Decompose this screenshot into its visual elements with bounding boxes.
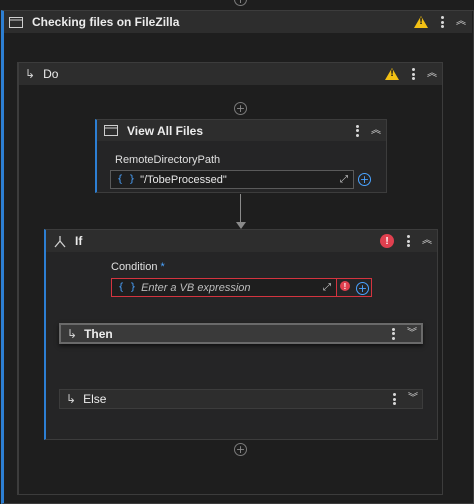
collapse-chevron-icon[interactable]: ︽	[422, 236, 432, 246]
if-header[interactable]: If ! ︽	[46, 230, 437, 252]
condition-label: Condition *	[111, 261, 165, 273]
kebab-menu-icon[interactable]	[387, 327, 399, 341]
add-activity-icon-top[interactable]: +	[234, 0, 247, 6]
expand-chevron-icon[interactable]: ︾	[407, 328, 417, 339]
else-label: Else	[83, 392, 107, 406]
sequence-arrow-icon: ↳	[67, 326, 78, 341]
then-label: Then	[84, 326, 113, 341]
if-title: If	[75, 234, 83, 248]
window-icon	[104, 125, 118, 136]
connector-arrowhead	[236, 222, 246, 229]
condition-placeholder[interactable]: Enter a VB expression	[141, 282, 250, 294]
kebab-menu-icon[interactable]	[351, 124, 363, 138]
then-branch[interactable]: ↳ Then ︾	[59, 323, 423, 344]
required-marker: *	[160, 261, 165, 273]
curly-braces-icon: { }	[117, 174, 136, 185]
expand-editor-icon[interactable]: ⤢	[323, 282, 331, 293]
curly-braces-icon: { }	[118, 282, 137, 293]
add-activity-icon[interactable]: +	[234, 443, 247, 456]
remote-directory-path-label: RemoteDirectoryPath	[115, 154, 221, 166]
error-icon[interactable]: !	[340, 281, 350, 291]
kebab-menu-icon[interactable]	[407, 67, 419, 81]
collapse-chevron-icon[interactable]: ︽	[371, 125, 381, 136]
connector-line	[240, 194, 241, 224]
add-activity-icon[interactable]: +	[234, 102, 247, 115]
else-branch[interactable]: ↳ Else ︾	[59, 389, 423, 409]
do-block-header[interactable]: ↳ Do ︽	[19, 63, 442, 85]
kebab-menu-icon[interactable]	[436, 15, 448, 29]
remote-directory-path-field[interactable]: { } "/TobeProcessed" ⤢	[110, 170, 354, 189]
condition-field[interactable]: { } Enter a VB expression ⤢	[111, 278, 337, 297]
view-all-files-title: View All Files	[127, 123, 204, 138]
if-branch-icon	[53, 235, 67, 248]
warning-icon[interactable]	[385, 68, 399, 80]
sequence-arrow-icon: ↳	[25, 67, 36, 81]
view-all-files-header[interactable]: View All Files ︽	[97, 120, 386, 141]
remote-directory-path-value[interactable]: "/TobeProcessed"	[140, 174, 227, 186]
add-argument-icon[interactable]: +	[358, 173, 371, 186]
expand-editor-icon[interactable]: ⤢	[340, 174, 348, 185]
window-icon	[9, 16, 23, 28]
outer-sequence-header[interactable]: Checking files on FileZilla ︽	[4, 11, 472, 33]
condition-label-text: Condition	[111, 261, 158, 273]
expand-chevron-icon[interactable]: ︾	[408, 394, 418, 404]
error-icon[interactable]: !	[380, 234, 394, 248]
warning-icon[interactable]	[414, 16, 428, 28]
kebab-menu-icon[interactable]	[388, 392, 400, 406]
do-block-title: Do	[43, 67, 59, 81]
outer-sequence-title: Checking files on FileZilla	[32, 15, 180, 29]
collapse-chevron-icon[interactable]: ︽	[456, 17, 466, 27]
sequence-arrow-icon: ↳	[66, 392, 77, 406]
add-argument-icon[interactable]: +	[356, 282, 369, 295]
collapse-chevron-icon[interactable]: ︽	[427, 69, 437, 79]
kebab-menu-icon[interactable]	[402, 234, 414, 248]
